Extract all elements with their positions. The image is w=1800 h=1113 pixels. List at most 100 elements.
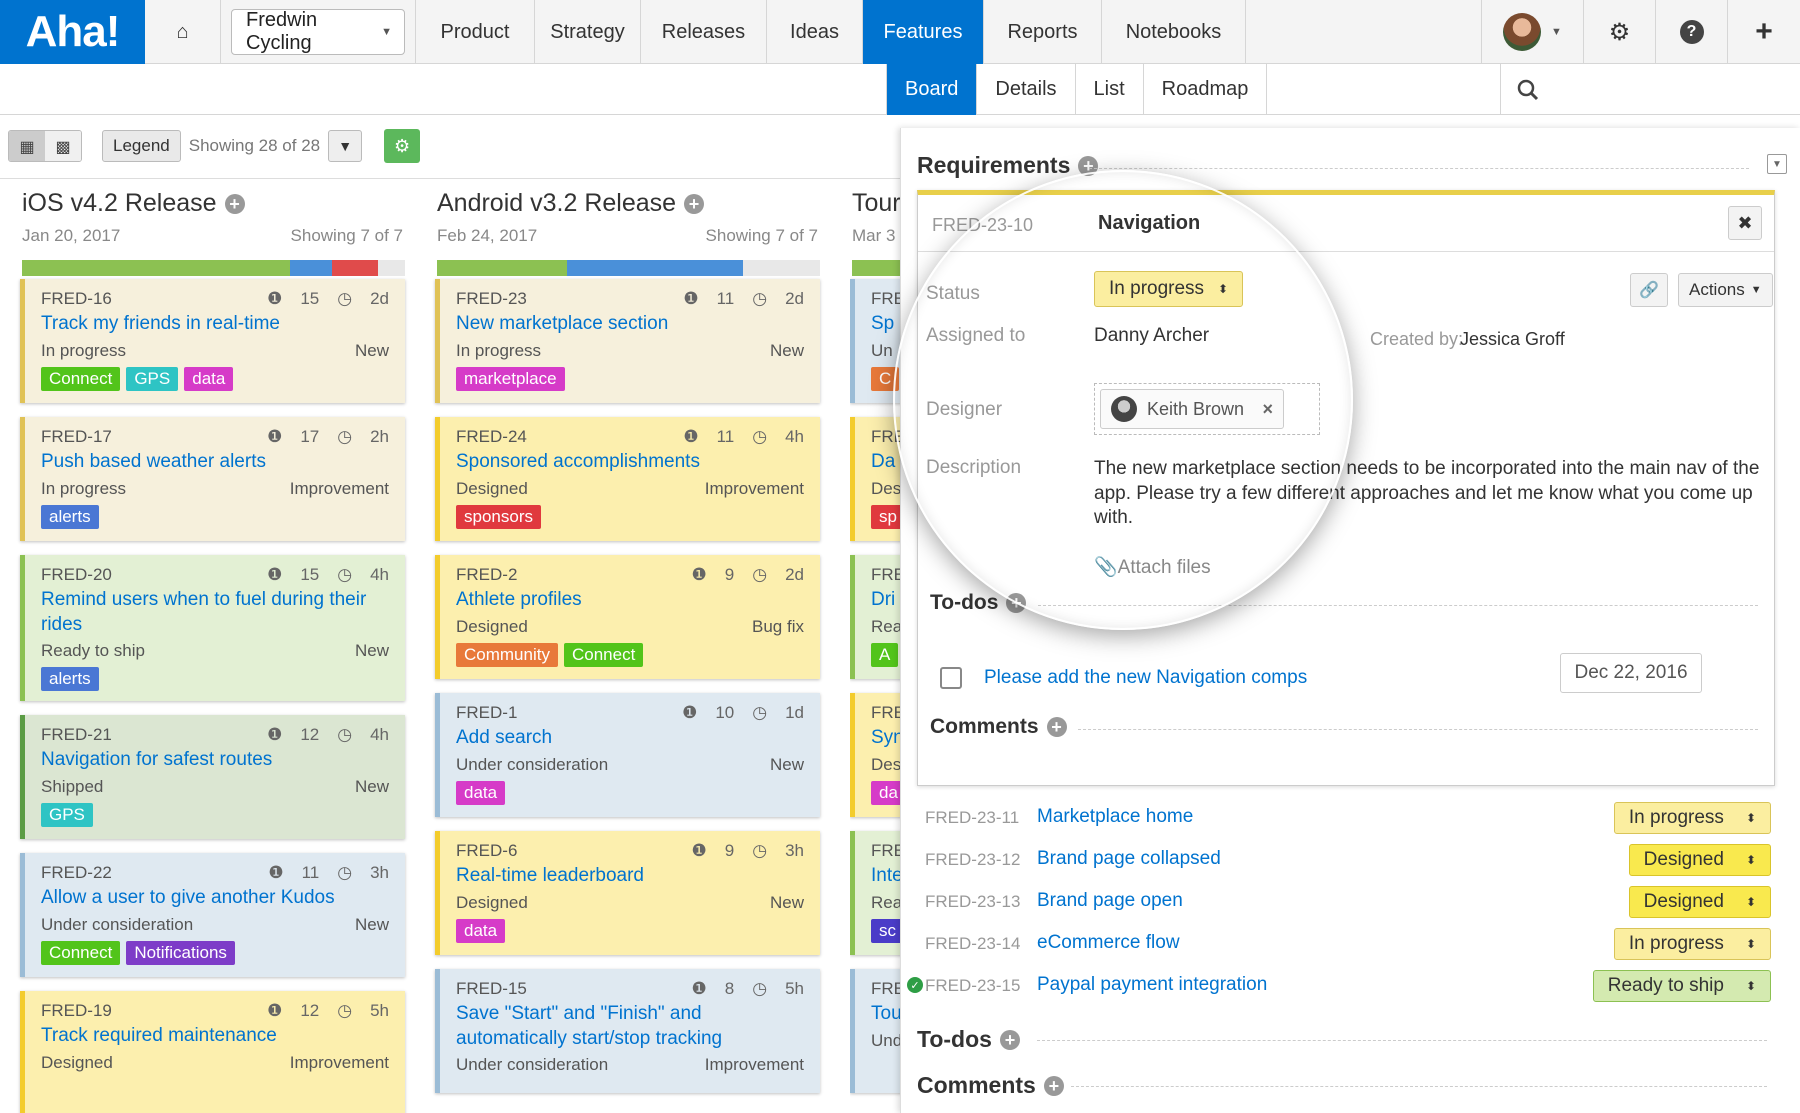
- card-title[interactable]: Save "Start" and "Finish" and automatica…: [456, 1002, 804, 1051]
- feature-card[interactable]: FRED-24 ❶ 11 ◷ 4h Sponsored accomplishments …: [435, 417, 820, 541]
- status-select[interactable]: In progress ⬍: [1094, 271, 1244, 307]
- todo-due-date[interactable]: Dec 22, 2016: [1560, 653, 1702, 693]
- feature-card[interactable]: FRED-17 ❶ 17 ◷ 2h Push based weather alerts …: [20, 417, 405, 541]
- add-comment-icon[interactable]: +: [1043, 1075, 1064, 1096]
- requirement-status-select[interactable]: Designed ⬍: [1628, 886, 1771, 918]
- tab-notebooks[interactable]: Notebooks: [1102, 0, 1246, 64]
- card-title[interactable]: Tou: [871, 1002, 900, 1027]
- feature-card[interactable]: FRED-23 ❶ 11 ◷ 2d New marketplace section In…: [435, 279, 820, 403]
- feature-card[interactable]: FRE Inte Rea sc: [850, 831, 900, 955]
- requirement-row[interactable]: FRED-23-12 Brand page collapsed Designed…: [925, 840, 1771, 880]
- tag[interactable]: sc: [871, 918, 900, 943]
- add-feature-icon[interactable]: +: [684, 193, 705, 214]
- tab-strategy[interactable]: Strategy: [535, 0, 641, 64]
- filter-button[interactable]: ▼: [328, 130, 363, 162]
- feature-card[interactable]: FRED-16 ❶ 15 ◷ 2d Track my friends in real-t…: [20, 279, 405, 403]
- user-menu[interactable]: ▼: [1482, 0, 1584, 64]
- card-title[interactable]: Track required maintenance: [41, 1024, 389, 1049]
- requirement-name[interactable]: eCommerce flow: [1037, 932, 1180, 954]
- feature-card[interactable]: FRE Syn Des da: [850, 693, 900, 817]
- tag[interactable]: Connect: [41, 366, 121, 391]
- feature-card[interactable]: FRE Tou Und: [850, 969, 900, 1093]
- card-title[interactable]: Syn: [871, 726, 900, 751]
- tab-releases[interactable]: Releases: [641, 0, 767, 64]
- requirement-row[interactable]: FRED-23-14 eCommerce flow In progress ⬍: [925, 924, 1771, 964]
- add-todo-icon[interactable]: +: [999, 1029, 1020, 1050]
- todo-checkbox[interactable]: [940, 667, 962, 689]
- tag[interactable]: Connect: [41, 940, 121, 965]
- tab-details[interactable]: Details: [977, 64, 1076, 115]
- card-title[interactable]: Real-time leaderboard: [456, 864, 804, 889]
- actions-button[interactable]: Actions ▼: [1678, 273, 1773, 307]
- tab-roadmap[interactable]: Roadmap: [1144, 64, 1268, 115]
- tag[interactable]: GPS: [41, 802, 93, 827]
- requirement-name[interactable]: Paypal payment integration: [1037, 974, 1267, 996]
- card-title[interactable]: Da: [871, 450, 900, 475]
- tag[interactable]: da: [871, 780, 900, 805]
- todo-text[interactable]: Please add the new Navigation comps: [984, 667, 1307, 689]
- designer-field[interactable]: Keith Brown ×: [1094, 383, 1320, 435]
- release-title[interactable]: Tour: [852, 189, 900, 218]
- add-todo-icon[interactable]: +: [1006, 593, 1027, 613]
- tag[interactable]: Notifications: [126, 940, 235, 965]
- card-title[interactable]: Add search: [456, 726, 804, 751]
- card-title[interactable]: Remind users when to fuel during their r…: [41, 588, 389, 637]
- requirement-status-select[interactable]: In progress ⬍: [1613, 802, 1771, 834]
- tag[interactable]: sp: [871, 504, 900, 529]
- tab-reports[interactable]: Reports: [984, 0, 1102, 64]
- feature-card[interactable]: FRED-2 ❶ 9 ◷ 2d Athlete profiles Designed Bu…: [435, 555, 820, 679]
- settings-button[interactable]: ⚙: [1584, 0, 1656, 64]
- card-title[interactable]: Inte: [871, 864, 900, 889]
- requirement-name[interactable]: Marketplace home: [1037, 806, 1193, 828]
- tag[interactable]: data: [456, 780, 506, 805]
- card-title[interactable]: Athlete profiles: [456, 588, 804, 613]
- description-text[interactable]: The new marketplace section needs to be …: [1094, 457, 1764, 531]
- requirement-name[interactable]: Navigation: [1098, 212, 1200, 235]
- close-button[interactable]: ✖: [1728, 206, 1762, 240]
- card-title[interactable]: Dri: [871, 588, 900, 613]
- tab-product[interactable]: Product: [416, 0, 535, 64]
- tab-ideas[interactable]: Ideas: [767, 0, 863, 64]
- tag[interactable]: Connect: [563, 642, 644, 667]
- workspace-selector[interactable]: Fredwin Cycling ▼: [231, 9, 405, 55]
- requirement-row[interactable]: FRED-23-11 Marketplace home In progress …: [925, 798, 1771, 838]
- requirement-status-select[interactable]: Ready to ship ⬍: [1592, 970, 1771, 1002]
- attach-files-link[interactable]: 📎Attach files: [1094, 555, 1211, 579]
- release-title[interactable]: Android v3.2 Release +: [437, 189, 820, 218]
- requirement-status-select[interactable]: In progress ⬍: [1613, 928, 1771, 960]
- tag[interactable]: marketplace: [456, 366, 565, 391]
- link-button[interactable]: 🔗: [1630, 273, 1668, 307]
- small-cards-view-button[interactable]: ▩: [45, 131, 81, 161]
- add-requirement-icon[interactable]: +: [1078, 155, 1099, 176]
- tag[interactable]: GPS: [126, 366, 179, 391]
- tag[interactable]: Community: [456, 642, 558, 667]
- requirement-name[interactable]: Brand page open: [1037, 890, 1183, 912]
- feature-card[interactable]: FRED-19 ❶ 12 ◷ 5h Track required maintenance…: [20, 991, 405, 1113]
- assigned-value[interactable]: Danny Archer: [1094, 325, 1209, 347]
- card-title[interactable]: Sponsored accomplishments: [456, 450, 804, 475]
- tab-features[interactable]: Features: [863, 0, 984, 64]
- card-title[interactable]: Track my friends in real-time: [41, 312, 389, 337]
- feature-card[interactable]: FRED-1 ❶ 10 ◷ 1d Add search Under considerat…: [435, 693, 820, 817]
- search-button[interactable]: [1500, 64, 1800, 115]
- add-button[interactable]: +: [1728, 0, 1800, 64]
- tag[interactable]: A: [871, 642, 899, 667]
- feature-card[interactable]: FRED-22 ❶ 11 ◷ 3h Allow a user to give anoth…: [20, 853, 405, 977]
- help-button[interactable]: ?: [1656, 0, 1728, 64]
- feature-card[interactable]: FRE Dri Rea A: [850, 555, 900, 679]
- aha-logo[interactable]: Aha!: [0, 0, 145, 64]
- add-feature-icon[interactable]: +: [224, 193, 245, 214]
- tab-board[interactable]: Board: [886, 64, 978, 115]
- tag[interactable]: sponsors: [456, 504, 541, 529]
- card-title[interactable]: Navigation for safest routes: [41, 748, 389, 773]
- feature-card[interactable]: FRED-6 ❶ 9 ◷ 3h Real-time leaderboard Design…: [435, 831, 820, 955]
- collapse-icon[interactable]: ▼: [1767, 154, 1787, 174]
- card-title[interactable]: Sp: [871, 312, 900, 337]
- feature-card[interactable]: FRED-21 ❶ 12 ◷ 4h Navigation for safest rout…: [20, 715, 405, 839]
- remove-icon[interactable]: ×: [1262, 399, 1273, 420]
- card-title[interactable]: New marketplace section: [456, 312, 804, 337]
- requirement-status-select[interactable]: Designed ⬍: [1628, 844, 1771, 876]
- requirement-row[interactable]: FRED-23-13 Brand page open Designed ⬍: [925, 882, 1771, 922]
- release-title[interactable]: iOS v4.2 Release +: [22, 189, 405, 218]
- legend-button[interactable]: Legend: [102, 130, 181, 162]
